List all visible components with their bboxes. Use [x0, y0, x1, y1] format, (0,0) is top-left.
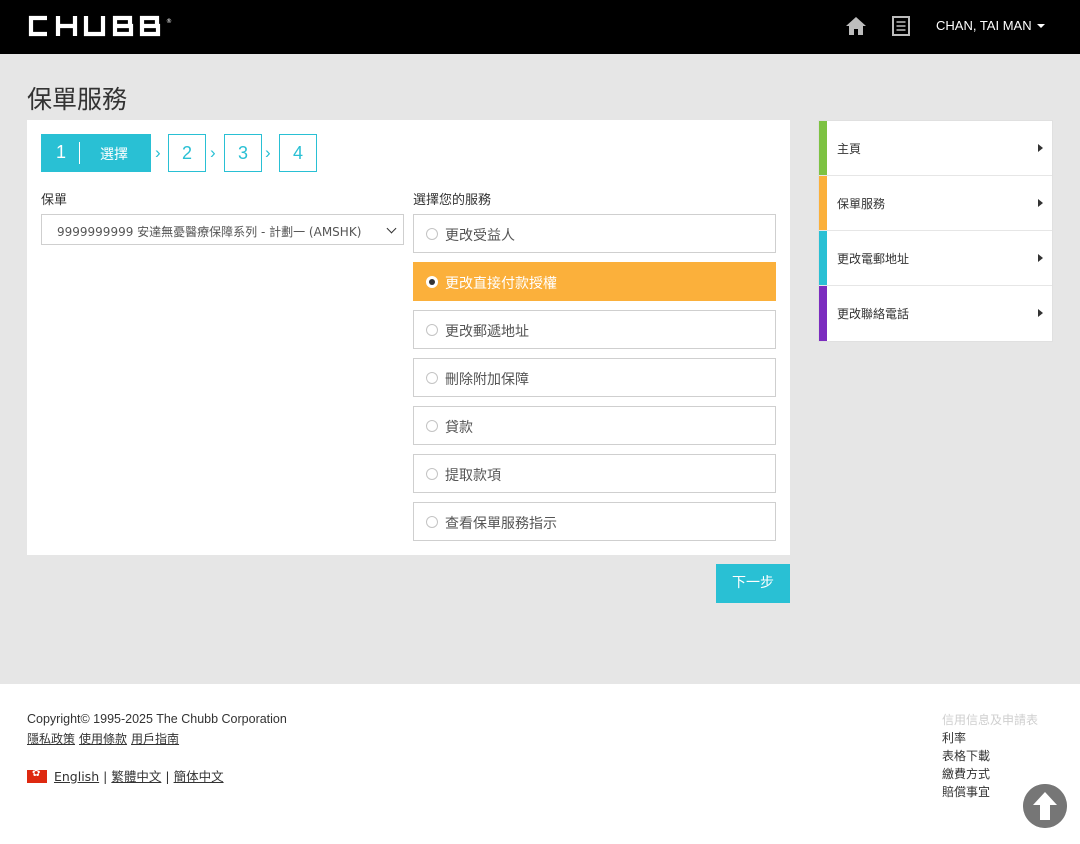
step-label: 選擇	[100, 147, 128, 163]
step-number: 1	[56, 142, 67, 162]
caret-right-icon	[1038, 254, 1043, 262]
privacy-policy-link[interactable]: 隱私政策	[27, 732, 75, 746]
service-label: 選擇您的服務	[413, 193, 492, 208]
service-option[interactable]: 刪除附加保障	[413, 358, 776, 397]
chevron-right-icon: ›	[265, 143, 271, 162]
svg-text:®: ®	[166, 18, 172, 25]
step-2[interactable]: 2	[168, 134, 206, 172]
payment-methods-link[interactable]: 繳費方式	[942, 765, 1038, 783]
language-traditional-chinese-link[interactable]: 繁體中文	[111, 769, 161, 784]
user-guide-link[interactable]: 用戶指南	[131, 732, 179, 746]
accent-bar	[819, 121, 827, 175]
user-menu[interactable]: CHAN, TAI MAN	[936, 18, 1045, 33]
service-option-label: 更改直接付款授權	[445, 276, 557, 292]
caret-down-icon	[1036, 23, 1045, 28]
form-download-link[interactable]: 表格下載	[942, 747, 1038, 765]
radio-icon[interactable]	[426, 516, 438, 528]
step-4[interactable]: 4	[279, 134, 317, 172]
arrow-up-icon[interactable]	[1023, 784, 1067, 828]
chevron-down-icon	[386, 223, 397, 234]
service-option-label: 查看保單服務指示	[445, 516, 557, 532]
copyright-text: Copyright© 1995-2025 The Chubb Corporati…	[27, 712, 287, 726]
sidenav-item-home[interactable]: 主頁	[819, 121, 1052, 176]
terms-of-use-link[interactable]: 使用條款	[79, 732, 127, 746]
sidenav-item-policy-services[interactable]: 保單服務	[819, 176, 1052, 231]
radio-icon[interactable]	[426, 324, 438, 336]
service-option[interactable]: 更改郵遞地址	[413, 310, 776, 349]
step-divider	[79, 142, 80, 164]
service-option-label: 更改受益人	[445, 228, 515, 244]
sidenav-item-label: 保單服務	[837, 197, 886, 211]
caret-right-icon	[1038, 309, 1043, 317]
caret-right-icon	[1038, 144, 1043, 152]
language-english-link[interactable]: English	[54, 769, 99, 784]
service-option-label: 提取款項	[445, 468, 501, 484]
interest-rate-link[interactable]: 利率	[942, 729, 1038, 747]
radio-icon[interactable]	[426, 228, 438, 240]
sidenav-item-label: 更改聯絡電話	[837, 307, 910, 321]
radio-icon[interactable]	[426, 372, 438, 384]
accent-bar	[819, 176, 827, 230]
divider: |	[165, 769, 170, 784]
home-icon[interactable]	[845, 16, 867, 36]
language-switcher: English|繁體中文|簡体中文	[27, 766, 224, 785]
radio-icon[interactable]	[426, 468, 438, 480]
sidenav-item-label: 更改電郵地址	[837, 252, 910, 266]
radio-icon[interactable]	[426, 276, 438, 288]
step-3[interactable]: 3	[224, 134, 262, 172]
divider: |	[103, 769, 108, 784]
service-option[interactable]: 更改直接付款授權	[413, 262, 776, 301]
service-option[interactable]: 更改受益人	[413, 214, 776, 253]
chubb-logo[interactable]: ®	[27, 15, 189, 37]
sidenav-item-label: 主頁	[837, 142, 862, 156]
next-button[interactable]: 下一步	[716, 564, 790, 603]
language-simplified-chinese-link[interactable]: 簡体中文	[174, 769, 224, 784]
accent-bar	[819, 231, 827, 285]
service-option-label: 更改郵遞地址	[445, 324, 529, 340]
top-navbar: ® CHAN, TAI MAN	[0, 0, 1080, 54]
policy-label: 保單	[41, 193, 68, 208]
service-option[interactable]: 提取款項	[413, 454, 776, 493]
service-option[interactable]: 貸款	[413, 406, 776, 445]
hong-kong-flag-icon	[27, 768, 47, 783]
user-name: CHAN, TAI MAN	[936, 18, 1032, 33]
footer-right-links: 信用信息及申請表 利率 表格下載 繳費方式 賠償事宜	[942, 711, 1038, 801]
policy-select[interactable]: 9999999999 安達無憂醫療保障系列 - 計劃一 (AMSHK)	[41, 214, 404, 245]
footer-links: 隱私政策 使用條款 用戶指南	[27, 730, 183, 747]
radio-icon[interactable]	[426, 420, 438, 432]
credit-info-link[interactable]: 信用信息及申請表	[942, 711, 1038, 729]
chevron-right-icon: ›	[210, 143, 216, 162]
sidenav-item-change-phone[interactable]: 更改聯絡電話	[819, 286, 1052, 341]
step-1-active: 1 選擇	[41, 134, 151, 172]
sidenav-item-change-email[interactable]: 更改電郵地址	[819, 231, 1052, 286]
service-option-label: 刪除附加保障	[445, 372, 529, 388]
page-title: 保單服務	[27, 85, 128, 114]
side-navigation: 主頁 保單服務 更改電郵地址 更改聯絡電話	[818, 120, 1053, 342]
policy-select-value: 9999999999 安達無憂醫療保障系列 - 計劃一 (AMSHK)	[57, 225, 362, 239]
document-list-icon[interactable]	[892, 16, 910, 36]
accent-bar	[819, 286, 827, 341]
caret-right-icon	[1038, 199, 1043, 207]
service-option[interactable]: 查看保單服務指示	[413, 502, 776, 541]
chevron-right-icon: ›	[155, 143, 161, 162]
service-option-label: 貸款	[445, 420, 473, 436]
